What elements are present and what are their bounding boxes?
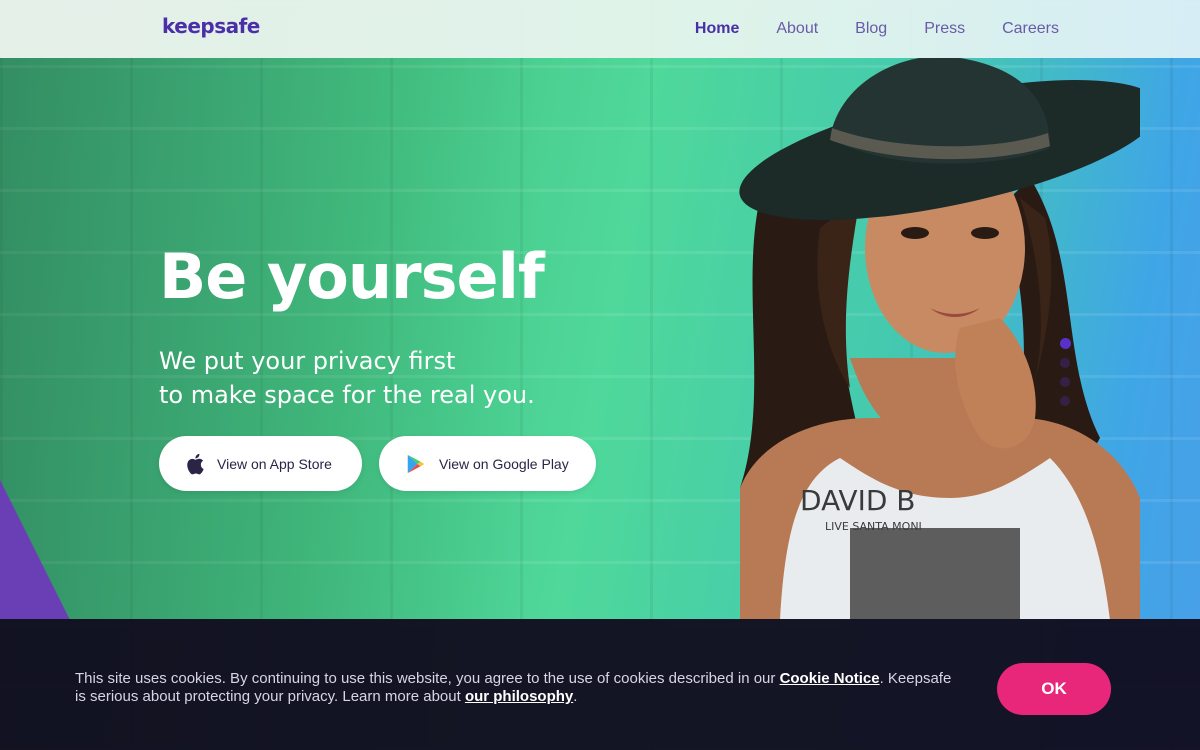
apple-icon [187,453,204,474]
shirt-print-text: DAVID B [800,484,916,517]
decorative-wedge [0,480,70,620]
slider-dots [1059,338,1071,415]
google-play-icon [407,454,425,473]
nav-press[interactable]: Press [924,20,965,38]
google-play-button[interactable]: View on Google Play [379,436,596,491]
google-play-label: View on Google Play [439,455,569,472]
nav-home[interactable]: Home [695,20,739,38]
nav-about[interactable]: About [776,20,818,38]
hero-subtitle-line-2: to make space for the real you. [159,381,535,409]
keepsafe-logo[interactable]: keepsafe [162,14,260,38]
shirt-print-subtext: LIVE SANTA MONI [825,520,922,533]
slider-dot-1[interactable] [1059,338,1071,349]
nav-blog[interactable]: Blog [855,20,887,38]
philosophy-link[interactable]: our philosophy [465,688,573,705]
hero-subtitle: We put your privacy first to make space … [159,344,535,412]
slider-dot-3[interactable] [1060,377,1070,387]
top-navbar: keepsafe Home About Blog Press Careers [0,0,1200,58]
nav-links: Home About Blog Press Careers [695,0,1059,58]
hero-person-image: DAVID B LIVE SANTA MONI [739,58,1140,620]
cookie-notice-link[interactable]: Cookie Notice [780,670,880,687]
hero-subtitle-line-1: We put your privacy first [159,347,456,375]
slider-dot-2[interactable] [1060,358,1070,368]
app-store-label: View on App Store [217,455,332,472]
app-store-button[interactable]: View on App Store [159,436,362,491]
cookie-text: This site uses cookies. By continuing to… [75,670,952,705]
cookie-ok-button[interactable]: OK [997,663,1111,715]
hero-title: Be yourself [159,240,545,313]
nav-careers[interactable]: Careers [1002,20,1059,38]
cookie-banner: This site uses cookies. By continuing to… [0,619,1200,750]
slider-dot-4[interactable] [1060,396,1070,406]
